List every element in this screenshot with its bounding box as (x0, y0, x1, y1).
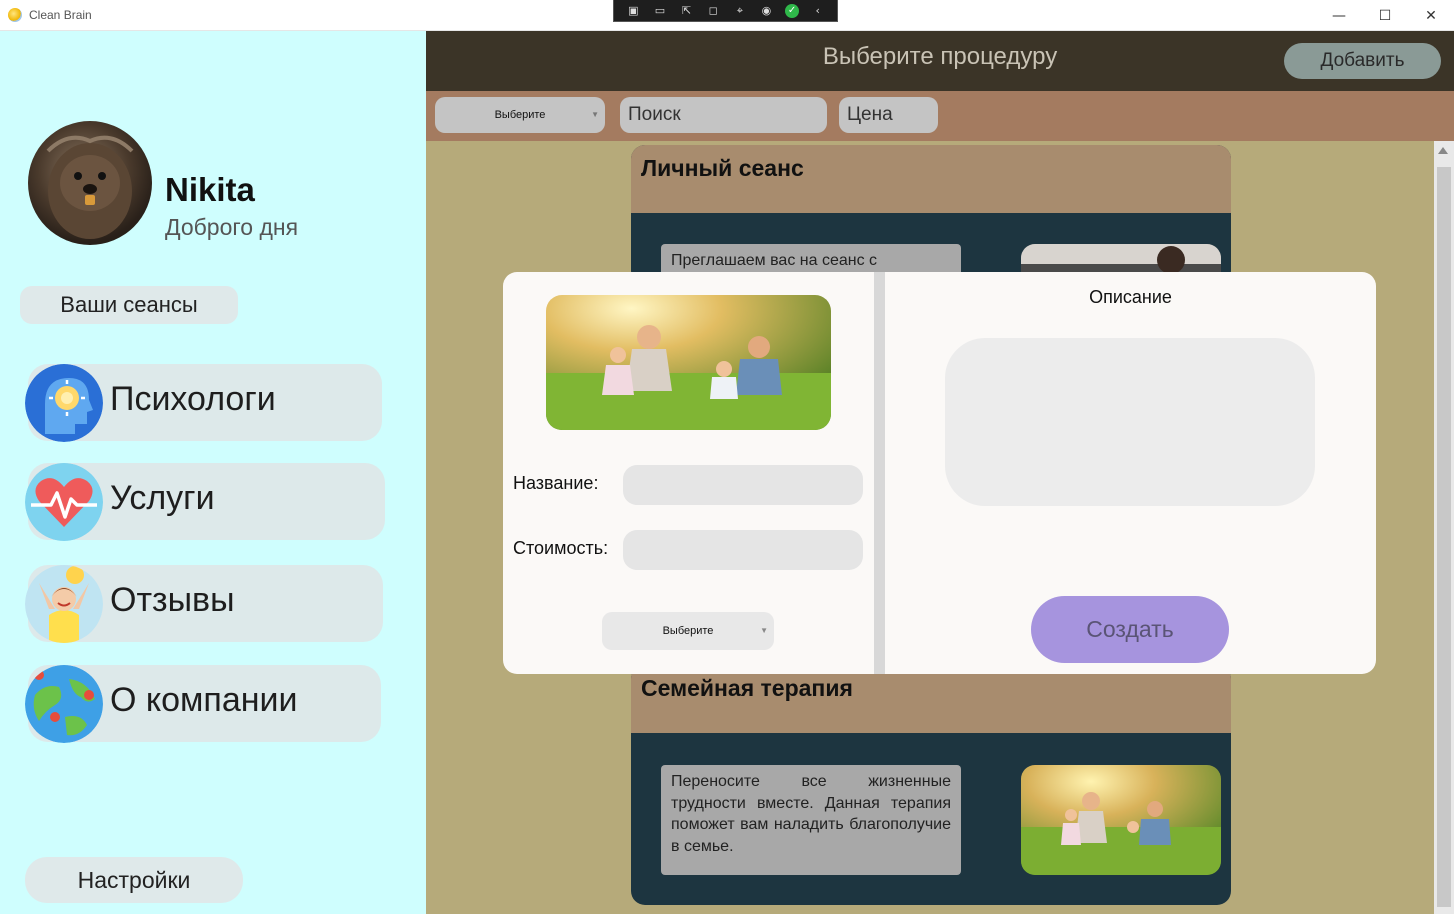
name-input[interactable] (623, 465, 863, 505)
sidebar-item-about-company[interactable]: О компании (25, 665, 381, 743)
search-input[interactable]: Поиск (620, 97, 827, 133)
app-logo-icon (8, 8, 22, 22)
category-select[interactable]: Выберите ▼ (602, 612, 774, 650)
card-title: Личный сеанс (641, 155, 804, 181)
description-textarea[interactable] (945, 338, 1315, 506)
procedure-image[interactable] (546, 295, 831, 430)
sidebar: Nikita Доброго дня Ваши сеансы Психологи (0, 31, 426, 914)
debug-toolbar: ▣ ▭ ⇱ ◻ ⌖ ◉ ✓ ‹ (613, 0, 838, 22)
record-icon[interactable]: ▭ (652, 4, 668, 18)
beaver-photo-icon (46, 135, 134, 239)
track-focus-icon[interactable]: ⌖ (732, 4, 748, 18)
collapse-icon[interactable]: ‹ (810, 4, 826, 18)
add-button[interactable]: Добавить (1284, 43, 1441, 79)
category-select[interactable]: Выберите ▼ (435, 97, 605, 133)
scrollbar-thumb[interactable] (1437, 167, 1451, 907)
avatar[interactable] (28, 121, 152, 245)
scroll-up-arrow-icon[interactable] (1438, 147, 1448, 154)
sidebar-item-label: Услуги (110, 479, 215, 517)
card-image (1021, 765, 1221, 875)
cost-input[interactable] (623, 530, 863, 570)
maximize-button[interactable]: ☐ (1362, 0, 1408, 31)
check-icon[interactable]: ✓ (785, 3, 800, 18)
minimize-button[interactable]: — (1316, 0, 1362, 31)
window-title: Clean Brain (29, 8, 92, 22)
app-window: Clean Brain ▣ ▭ ⇱ ◻ ⌖ ◉ ✓ ‹ — ☐ ✕ Nikita… (0, 0, 1454, 914)
your-sessions-button[interactable]: Ваши сеансы (20, 286, 238, 324)
display-layout-adorners-icon[interactable]: ◻ (705, 4, 721, 18)
service-card[interactable]: Личный сеанс Преглашаем вас на сеанс с (631, 145, 1231, 285)
sidebar-item-services[interactable]: Услуги (25, 463, 385, 541)
card-title: Семейная терапия (641, 675, 853, 701)
settings-button[interactable]: Настройки (25, 857, 243, 903)
description-title: Описание (1089, 287, 1172, 307)
card-header: Личный сеанс (631, 145, 1231, 213)
select-element-icon[interactable]: ⇱ (679, 4, 695, 18)
card-header: Семейная терапия (631, 665, 1231, 733)
price-input[interactable]: Цена (839, 97, 938, 133)
sidebar-item-label: О компании (110, 681, 298, 719)
user-name: Nikita (165, 171, 255, 208)
dialog-divider (874, 272, 885, 674)
user-greeting: Доброго дня (165, 214, 299, 240)
live-visual-tree-icon[interactable]: ▣ (625, 4, 641, 18)
cost-label: Стоимость: (513, 538, 609, 558)
sidebar-item-reviews[interactable]: Отзывы (25, 565, 383, 643)
filter-bar: Выберите ▼ Поиск Цена (426, 91, 1454, 141)
sidebar-item-psychologists[interactable]: Психологи (25, 364, 382, 442)
category-select-value: Выберите (662, 625, 714, 637)
chevron-down-icon: ▼ (760, 626, 768, 635)
sidebar-item-label: Психологи (110, 380, 276, 418)
close-button[interactable]: ✕ (1408, 0, 1454, 31)
chevron-down-icon: ▼ (591, 110, 599, 119)
create-procedure-dialog: Название: Стоимость: Выберите ▼ Описание… (503, 272, 1376, 674)
name-label: Название: (513, 473, 599, 493)
happy-person-icon (25, 565, 103, 643)
service-card[interactable]: Семейная терапия Переносите все жизненны… (631, 665, 1231, 905)
globe-pins-icon (25, 665, 103, 743)
heart-pulse-icon (25, 463, 103, 541)
card-description: Переносите все жизненные трудности вмест… (661, 765, 961, 875)
sidebar-item-label: Отзывы (110, 581, 235, 619)
hot-reload-icon[interactable]: ◉ (758, 4, 774, 18)
psychology-head-icon (25, 364, 103, 442)
vertical-scrollbar[interactable] (1434, 141, 1454, 914)
title-bar: Clean Brain ▣ ▭ ⇱ ◻ ⌖ ◉ ✓ ‹ — ☐ ✕ (0, 0, 1454, 31)
header: Выберите процедуру Добавить (426, 31, 1454, 91)
category-select-value: Выберите (494, 109, 546, 121)
create-button[interactable]: Создать (1031, 596, 1229, 663)
